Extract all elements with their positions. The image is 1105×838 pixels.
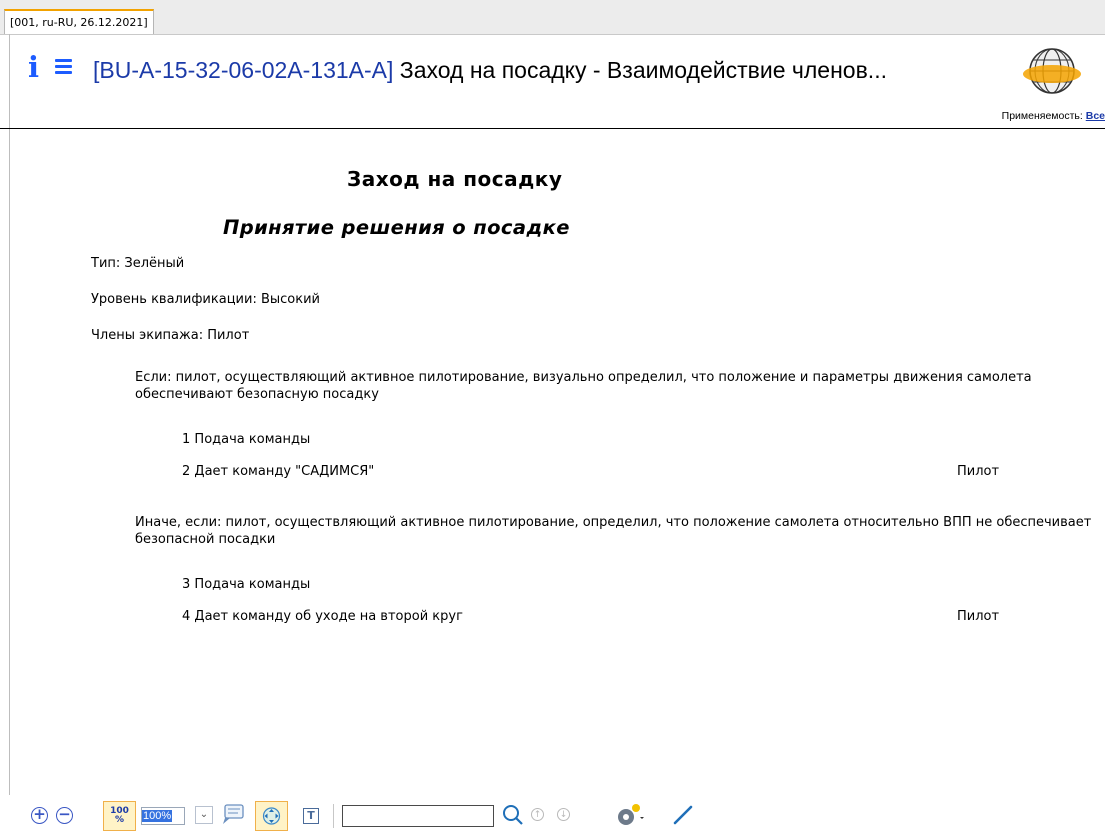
condition-1: Если: пилот, осуществляющий активное пил… (135, 370, 1032, 402)
menu-icon[interactable] (55, 59, 72, 75)
condition-2: Иначе, если: пилот, осуществляющий актив… (135, 515, 1092, 547)
search-icon[interactable] (502, 804, 524, 826)
search-next-icon[interactable]: ↓ (557, 808, 570, 821)
text-select-icon[interactable]: T (303, 808, 319, 824)
step-2-role: Пилот (957, 464, 1000, 479)
document-title: Заход на посадку (347, 167, 563, 191)
level-line: Уровень квалификации: Высокий (91, 292, 320, 307)
zoom-in-icon[interactable]: + (31, 807, 48, 824)
step-2: 2 Дает команду "САДИМСЯ" (182, 464, 375, 479)
toolbar-separator (333, 804, 334, 828)
page-title: [BU-A-15-32-06-02A-131A-A] Заход на поса… (93, 54, 1023, 86)
step-4-role: Пилот (957, 609, 1000, 624)
zoom-100-button[interactable]: 100% (103, 801, 136, 831)
info-icon[interactable]: i (28, 52, 39, 82)
zoom-100-icon: 100% (110, 806, 129, 825)
header-divider (0, 128, 1105, 129)
pen-icon[interactable] (671, 803, 695, 827)
zoom-input[interactable]: 100% (141, 807, 185, 825)
comments-icon[interactable] (221, 803, 247, 827)
document-tab[interactable]: [001, ru-RU, 26.12.2021] (4, 9, 154, 34)
search-prev-icon[interactable]: ↑ (531, 808, 544, 821)
applicability-link[interactable]: Все (1086, 110, 1105, 122)
document-code[interactable]: [BU-A-15-32-06-02A-131A-A] (93, 57, 393, 83)
tab-bar: [001, ru-RU, 26.12.2021] (0, 0, 1105, 35)
document-subtitle: Принятие решения о посадке (223, 216, 570, 239)
crew-line: Члены экипажа: Пилот (91, 328, 250, 343)
bottom-toolbar: + − 100% 100% ⌄ T ↑ ↓ (0, 795, 1105, 838)
step-1: 1 Подача команды (182, 432, 311, 447)
settings-icon[interactable] (615, 801, 645, 829)
type-line: Тип: Зелёный (91, 256, 185, 271)
pan-icon (262, 807, 281, 825)
title-text: Заход на посадку - Взаимодействие членов… (393, 57, 887, 83)
logo-globe-icon (1023, 48, 1081, 94)
step-4: 4 Дает команду об уходе на второй круг (182, 609, 463, 624)
pan-button[interactable] (255, 801, 288, 831)
search-input[interactable] (342, 805, 494, 827)
applicability-label: Применяемость: (1001, 110, 1083, 122)
step-3: 3 Подача команды (182, 577, 311, 592)
applicability: Применяемость: Все (1002, 110, 1105, 122)
left-border (9, 34, 10, 838)
zoom-dropdown-chevron-icon[interactable]: ⌄ (195, 806, 213, 824)
zoom-out-icon[interactable]: − (56, 807, 73, 824)
